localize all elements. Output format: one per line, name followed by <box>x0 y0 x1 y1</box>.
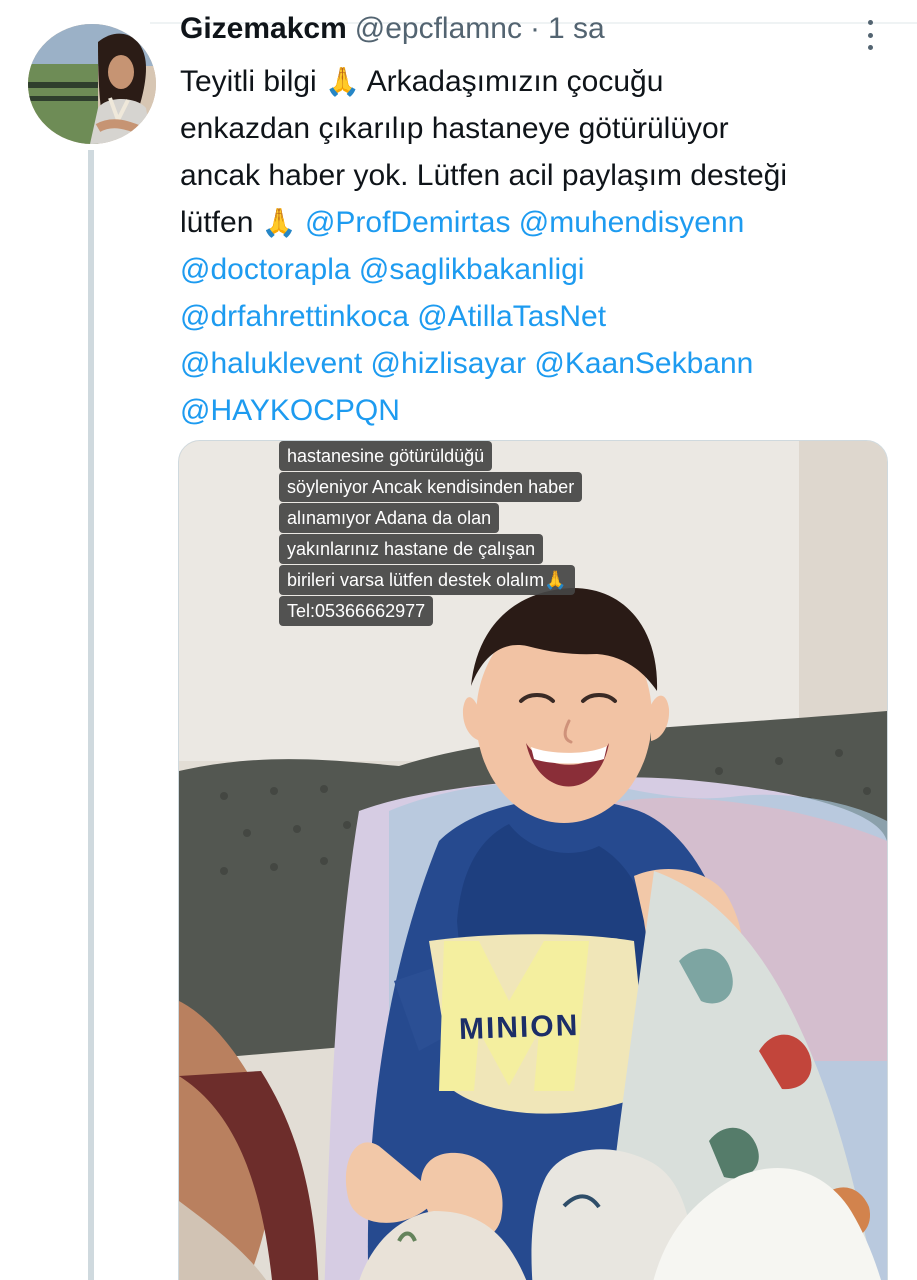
pray-icon: 🙏 <box>325 66 360 97</box>
caption-line: Tel:05366662977 <box>279 596 434 626</box>
separator-dot: · <box>529 12 540 45</box>
mention-link[interactable]: @drfahrettinkoca @AtillaTasNet <box>180 293 900 340</box>
more-horizontal-icon[interactable] <box>858 20 882 50</box>
tweet-text: Teyitli bilgi 🙏 Arkadaşımızın çocuğu enk… <box>180 58 900 434</box>
mention-link[interactable]: @doctorapla @saglikbakanligi <box>180 246 900 293</box>
tweet-text-line: enkazdan çıkarılıp hastaneye götürülüyor <box>180 112 729 145</box>
tweet-header: Gizemakcm @epcflamnc · 1 sa <box>180 12 605 52</box>
caption-line: birileri varsa lütfen destek olalım🙏 <box>279 565 575 595</box>
user-handle[interactable]: @epcflamnc <box>355 12 522 46</box>
tweet-media[interactable]: hastanesine götürüldüğü söyleniyor Ancak… <box>178 440 888 1280</box>
caption-line: söyleniyor Ancak kendisinden haber <box>279 472 583 502</box>
tweet-text-segment: lütfen <box>180 206 262 239</box>
caption-line: hastanesine götürüldüğü <box>279 441 493 471</box>
shirt-print-text: MINION <box>458 1008 580 1047</box>
tweet-time[interactable]: 1 sa <box>548 12 605 46</box>
tweet-text-line: ancak haber yok. Lütfen acil paylaşım de… <box>180 159 788 192</box>
mention-link[interactable]: @HAYKOCPQN <box>180 387 900 434</box>
tweet-text-segment: Teyitli bilgi <box>180 65 326 98</box>
avatar[interactable] <box>28 24 156 144</box>
thread-line <box>88 150 94 1280</box>
more-dot-icon <box>867 45 873 50</box>
tweet-screen: Gizemakcm @epcflamnc · 1 sa Teyitli bilg… <box>0 0 917 1280</box>
tweet-text-line: Teyitli bilgi 🙏 Arkadaşımızın çocuğu <box>180 58 900 105</box>
mention-link[interactable]: @haluklevent @hizlisayar @KaanSekbann <box>180 340 900 387</box>
tweet-text-segment: Arkadaşımızın çocuğu <box>359 65 664 98</box>
tweet-text-line: lütfen 🙏 @ProfDemirtas @muhendisyenn <box>180 199 900 246</box>
display-name[interactable]: Gizemakcm <box>180 12 347 46</box>
caption-line: alınamıyor Adana da olan <box>279 503 500 533</box>
story-caption: hastanesine götürüldüğü söyleniyor Ancak… <box>279 441 619 627</box>
pray-icon: 🙏 <box>261 207 297 238</box>
mention-link[interactable]: @ProfDemirtas @muhendisyenn <box>305 206 744 239</box>
caption-line: yakınlarınız hastane de çalışan <box>279 534 544 564</box>
more-dot-icon <box>867 32 873 38</box>
more-dot-icon <box>867 20 873 25</box>
